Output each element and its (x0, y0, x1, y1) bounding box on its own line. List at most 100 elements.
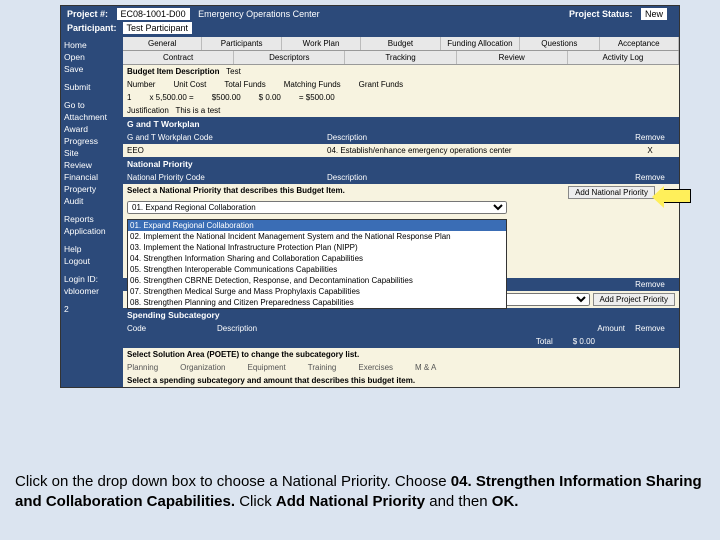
sidebar-item-property[interactable]: Property (64, 183, 120, 195)
np-option[interactable]: 05. Strengthen Interoperable Communicati… (128, 264, 506, 275)
nat-priority-col-head: National Priority Code Description Remov… (123, 171, 679, 184)
budget-val: = $500.00 (299, 93, 335, 102)
poete-item[interactable]: Organization (180, 363, 225, 372)
sidebar-item-save[interactable]: Save (64, 63, 120, 75)
np-prompt-row: Select a National Priority that describe… (123, 184, 679, 197)
np-option[interactable]: 04. Strengthen Information Sharing and C… (128, 253, 506, 264)
np-option[interactable]: 03. Implement the National Infrastructur… (128, 242, 506, 253)
status-section: Project Status: New (569, 9, 673, 19)
sidebar-item-open[interactable]: Open (64, 51, 120, 63)
np-option[interactable]: 06. Strengthen CBRNE Detection, Response… (128, 275, 506, 286)
tab-questions[interactable]: Questions (520, 37, 599, 50)
np-option[interactable]: 01. Expand Regional Collaboration (128, 220, 506, 231)
justification-value: This is a test (175, 106, 220, 115)
budget-col: Total Funds (224, 80, 265, 89)
sidebar-item-2[interactable]: 2 (64, 303, 120, 315)
budget-col: Grant Funds (359, 80, 403, 89)
np-prompt: Select a National Priority that describe… (127, 186, 345, 195)
sidebar-item-submit[interactable]: Submit (64, 81, 120, 93)
budget-val: $ 0.00 (259, 93, 281, 102)
sidebar-item-home[interactable]: Home (64, 39, 120, 51)
np-option[interactable]: 02. Implement the National Incident Mana… (128, 231, 506, 242)
sidebar-item-award[interactable]: Award (64, 123, 120, 135)
budget-val: x 5,500.00 = (149, 93, 193, 102)
workplan-col-head: G and T Workplan Code Description Remove (123, 131, 679, 144)
budget-item-desc-row: Budget Item Description Test (123, 65, 679, 78)
sidebar-item-vbloomer[interactable]: vbloomer (64, 285, 120, 297)
tab-funding-allocation[interactable]: Funding Allocation (441, 37, 520, 50)
poete-item[interactable]: Exercises (358, 363, 393, 372)
poete-item[interactable]: Training (308, 363, 337, 372)
tab-acceptance[interactable]: Acceptance (600, 37, 679, 50)
header-bar: Project #: EC08-1001-D00 Emergency Opera… (61, 6, 679, 22)
workplan-desc: 04. Establish/enhance emergency operatio… (327, 146, 625, 155)
budget-val: 1 (127, 93, 131, 102)
project-name: Emergency Operations Center (198, 9, 320, 19)
spend-final-prompt: Select a spending subcategory and amount… (127, 376, 415, 385)
workplan-code-head: G and T Workplan Code (127, 133, 327, 142)
nat-priority-heading: National Priority (123, 157, 679, 171)
tab-participants[interactable]: Participants (202, 37, 281, 50)
workplan-remove-x[interactable]: X (625, 146, 675, 155)
sidebar-item-audit[interactable]: Audit (64, 195, 120, 207)
add-project-priority-button[interactable]: Add Project Priority (593, 293, 675, 306)
sidebar-item-logout[interactable]: Logout (64, 255, 120, 267)
tabs-secondary: ContractDescriptorsTrackingReviewActivit… (123, 51, 679, 65)
application-window: Project #: EC08-1001-D00 Emergency Opera… (60, 5, 680, 388)
np-dropdown-wrap: 01. Expand Regional Collaboration 01. Ex… (123, 197, 679, 218)
poete-row: Planning Organization Equipment Training Exe… (123, 361, 679, 374)
sidebar-item-review[interactable]: Review (64, 159, 120, 171)
project-label: Project #: (67, 9, 108, 19)
spend-final-prompt-row: Select a spending subcategory and amount… (123, 374, 679, 387)
workplan-remove-head: Remove (625, 133, 675, 142)
subtab-activity-log[interactable]: Activity Log (568, 51, 679, 64)
subtab-tracking[interactable]: Tracking (345, 51, 456, 64)
participant-value: Test Participant (123, 22, 193, 34)
poete-item[interactable]: M & A (415, 363, 436, 372)
subtab-contract[interactable]: Contract (123, 51, 234, 64)
workplan-row: EEO 04. Establish/enhance emergency oper… (123, 144, 679, 157)
sidebar-item-site[interactable]: Site (64, 147, 120, 159)
spending-heading: Spending Subcategory (123, 308, 679, 322)
instr-1: Click on the drop down box to choose a N… (15, 473, 451, 490)
np-remove-head: Remove (625, 173, 675, 182)
status-value: New (641, 8, 667, 20)
workplan-desc-head: Description (327, 133, 625, 142)
sidebar-item-help[interactable]: Help (64, 243, 120, 255)
project-section: Project #: EC08-1001-D00 Emergency Opera… (67, 9, 320, 19)
poete-item[interactable]: Equipment (248, 363, 286, 372)
budget-val: $500.00 (212, 93, 241, 102)
subtab-descriptors[interactable]: Descriptors (234, 51, 345, 64)
np-desc-head: Description (327, 173, 625, 182)
sidebar-item-login-id-[interactable]: Login ID: (64, 273, 120, 285)
spend-desc-head: Description (217, 324, 565, 333)
np-code-head: National Priority Code (127, 173, 327, 182)
spending-col-head: Code Description Amount Remove (123, 322, 679, 335)
subtab-review[interactable]: Review (457, 51, 568, 64)
total-value: $ 0.00 (573, 337, 595, 346)
instr-4: Add National Priority (276, 493, 425, 510)
instr-6: OK. (492, 493, 519, 510)
tab-general[interactable]: General (123, 37, 202, 50)
sidebar-item-financial[interactable]: Financial (64, 171, 120, 183)
budget-columns: NumberUnit CostTotal FundsMatching Funds… (123, 78, 679, 91)
np-option[interactable]: 07. Strengthen Medical Surge and Mass Pr… (128, 286, 506, 297)
sidebar-item-reports[interactable]: Reports (64, 213, 120, 225)
workplan-heading: G and T Workplan (123, 117, 679, 131)
sidebar-nav: HomeOpenSaveSubmitGo toAttachmentAwardPr… (61, 37, 123, 387)
national-priority-select[interactable]: 01. Expand Regional Collaboration (127, 201, 507, 214)
budget-col: Number (127, 80, 155, 89)
tab-work-plan[interactable]: Work Plan (282, 37, 361, 50)
sidebar-item-progress[interactable]: Progress (64, 135, 120, 147)
budget-col: Unit Cost (173, 80, 206, 89)
sidebar-item-attachment[interactable]: Attachment (64, 111, 120, 123)
instr-3: Click (235, 493, 276, 510)
main-content: GeneralParticipantsWork PlanBudgetFundin… (123, 37, 679, 387)
project-number: EC08-1001-D00 (117, 8, 190, 20)
status-label: Project Status: (569, 9, 633, 19)
sidebar-item-application[interactable]: Application (64, 225, 120, 237)
poete-item[interactable]: Planning (127, 363, 158, 372)
tab-budget[interactable]: Budget (361, 37, 440, 50)
sidebar-item-go-to[interactable]: Go to (64, 99, 120, 111)
np-option[interactable]: 08. Strengthen Planning and Citizen Prep… (128, 297, 506, 308)
